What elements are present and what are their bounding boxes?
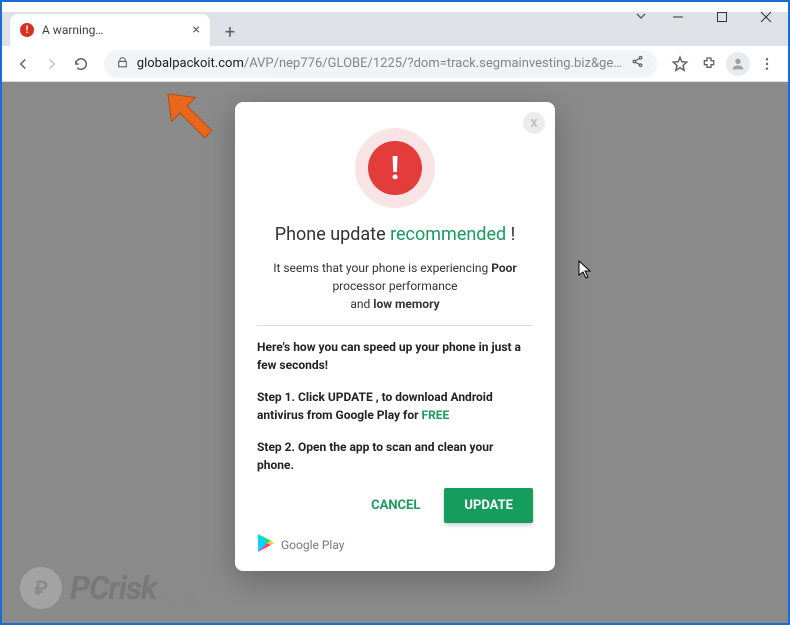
window-controls	[656, 2, 788, 32]
bookmark-button[interactable]	[667, 50, 692, 78]
instructions-heading: Here's how you can speed up your phone i…	[257, 338, 533, 374]
forward-button[interactable]	[39, 50, 64, 78]
button-row: CANCEL UPDATE	[257, 488, 533, 523]
watermark: ₽ PCrisk .com	[14, 561, 198, 615]
close-window-button[interactable]	[744, 2, 788, 32]
alert-ring: !	[355, 128, 435, 208]
modal-headline: Phone update recommended !	[257, 224, 533, 245]
new-tab-button[interactable]: +	[216, 18, 244, 46]
exclamation-icon: !	[368, 141, 422, 195]
watermark-text: PCrisk	[70, 569, 156, 607]
tab-title: A warning…	[42, 23, 185, 37]
watermark-suffix: .com	[158, 588, 197, 609]
cancel-button[interactable]: CANCEL	[357, 488, 434, 523]
address-bar[interactable]: globalpackoit.com/AVP/nep776/GLOBE/1225/…	[104, 50, 657, 78]
share-icon[interactable]	[630, 54, 645, 73]
alert-icon-wrap: !	[257, 128, 533, 208]
modal-close-button[interactable]: X	[523, 112, 545, 134]
step-1: Step 1. Click UPDATE , to download Andro…	[257, 388, 533, 424]
tab-search-caret[interactable]	[634, 8, 648, 27]
browser-toolbar: globalpackoit.com/AVP/nep776/GLOBE/1225/…	[2, 46, 788, 82]
back-button[interactable]	[10, 50, 35, 78]
reload-button[interactable]	[69, 50, 94, 78]
url-text: globalpackoit.com/AVP/nep776/GLOBE/1225/…	[137, 56, 622, 71]
update-button[interactable]: UPDATE	[444, 488, 533, 523]
menu-button[interactable]	[755, 50, 780, 78]
pointer-arrow-overlay	[152, 78, 222, 152]
scam-modal: X ! Phone update recommended ! It seems …	[235, 102, 555, 571]
alert-favicon-icon: !	[20, 23, 34, 37]
url-path: /AVP/nep776/GLOBE/1225/?dom=track.segmai…	[244, 56, 622, 71]
url-domain: globalpackoit.com	[137, 56, 244, 71]
browser-tab[interactable]: ! A warning… ×	[10, 14, 210, 46]
close-tab-button[interactable]: ×	[193, 22, 200, 38]
profile-button[interactable]	[725, 50, 750, 78]
modal-subtext: It seems that your phone is experiencing…	[257, 259, 533, 313]
google-play-icon	[257, 533, 275, 557]
lock-icon	[116, 54, 129, 73]
watermark-ring-icon: ₽	[14, 561, 68, 615]
google-play-badge: Google Play	[257, 533, 344, 557]
maximize-button[interactable]	[700, 2, 744, 32]
mouse-cursor-icon	[578, 260, 594, 284]
extensions-button[interactable]	[696, 50, 721, 78]
step-2: Step 2. Open the app to scan and clean y…	[257, 438, 533, 474]
divider	[257, 325, 533, 326]
minimize-button[interactable]	[656, 2, 700, 32]
page-content: X ! Phone update recommended ! It seems …	[2, 82, 788, 623]
google-play-label: Google Play	[281, 538, 344, 552]
